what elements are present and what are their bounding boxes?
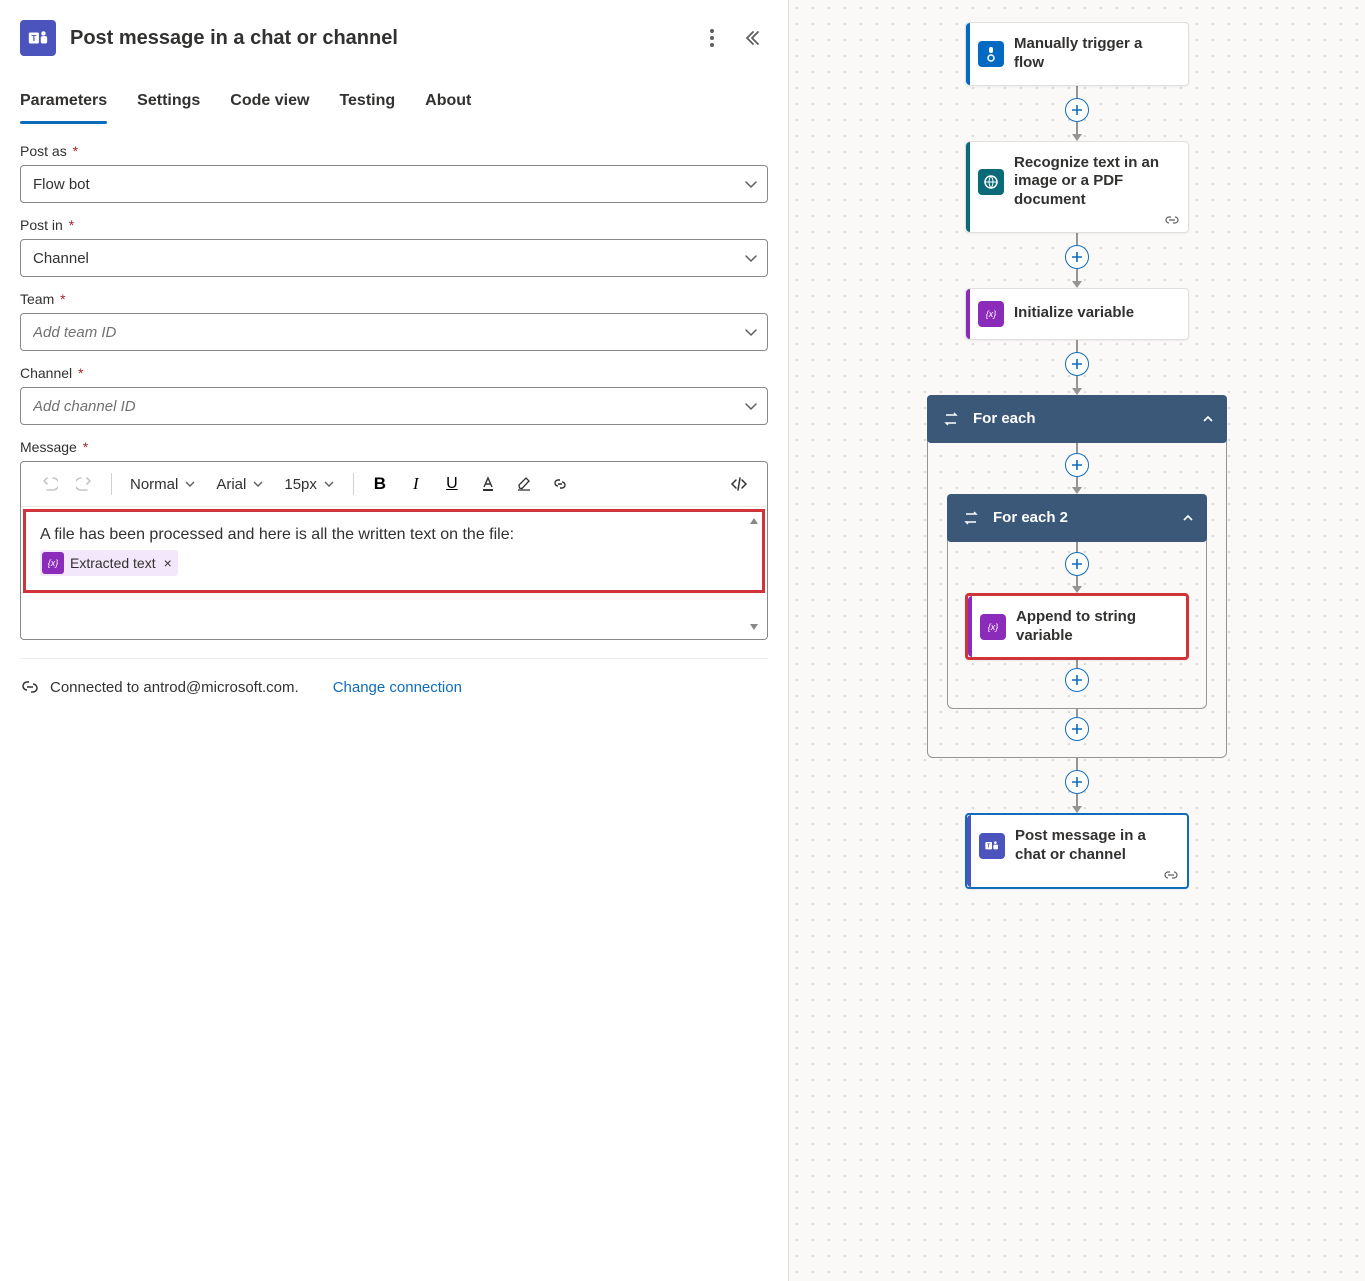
variable-icon: {x} xyxy=(978,301,1004,327)
channel-label: Channel * xyxy=(20,365,768,381)
underline-button[interactable]: U xyxy=(438,470,466,498)
variable-icon: {x} xyxy=(42,552,64,574)
for-each-2-container: For each 2 {x} Append to string variable xyxy=(947,494,1207,710)
message-label: Message * xyxy=(20,439,768,455)
card-title: Post message in a chat or channel xyxy=(1015,827,1175,865)
post-in-select[interactable] xyxy=(20,239,768,277)
scroll-up-icon xyxy=(748,515,760,527)
tab-settings[interactable]: Settings xyxy=(137,80,200,124)
card-append-variable[interactable]: {x} Append to string variable xyxy=(965,593,1189,661)
post-in-label: Post in * xyxy=(20,217,768,233)
dynamic-token[interactable]: {x} Extracted text × xyxy=(40,550,178,576)
post-as-select[interactable] xyxy=(20,165,768,203)
card-title: Manually trigger a flow xyxy=(1014,35,1176,73)
team-input[interactable] xyxy=(20,313,768,351)
tabs: Parameters Settings Code view Testing Ab… xyxy=(0,80,788,125)
add-step-button[interactable] xyxy=(1065,453,1089,477)
message-body[interactable]: A file has been processed and here is al… xyxy=(23,509,765,593)
scrollbar[interactable] xyxy=(743,515,765,633)
parameters-form: Post as * Post in * Team * xyxy=(0,125,788,715)
for-each-container: For each For each 2 xyxy=(927,395,1227,759)
tab-parameters[interactable]: Parameters xyxy=(20,80,107,124)
card-title: Initialize variable xyxy=(1014,304,1134,323)
add-step-button[interactable] xyxy=(1065,770,1089,794)
highlight-button[interactable] xyxy=(510,470,538,498)
card-post-message[interactable]: T Post message in a chat or channel xyxy=(965,813,1189,889)
loop-icon xyxy=(959,506,983,530)
rich-text-editor: Normal Arial 15px B I U A xyxy=(20,461,768,640)
panel-header: T Post message in a chat or channel xyxy=(0,0,788,72)
italic-button[interactable]: I xyxy=(402,470,430,498)
scroll-down-icon xyxy=(748,621,760,633)
add-step-button[interactable] xyxy=(1065,668,1089,692)
svg-text:{x}: {x} xyxy=(988,622,999,632)
tab-code-view[interactable]: Code view xyxy=(230,80,309,124)
card-recognize-text[interactable]: Recognize text in an image or a PDF docu… xyxy=(965,141,1189,233)
connection-row: Connected to antrod@microsoft.com. Chang… xyxy=(20,677,768,697)
more-button[interactable] xyxy=(696,22,728,54)
size-dropdown[interactable]: 15px xyxy=(278,472,341,497)
rte-toolbar: Normal Arial 15px B I U xyxy=(21,462,767,507)
tab-about[interactable]: About xyxy=(425,80,471,124)
token-label: Extracted text xyxy=(70,554,156,574)
undo-button[interactable] xyxy=(35,470,63,498)
teams-icon: T xyxy=(979,833,1005,859)
team-label: Team * xyxy=(20,291,768,307)
variable-icon: {x} xyxy=(980,614,1006,640)
svg-text:T: T xyxy=(31,34,36,43)
post-as-label: Post as * xyxy=(20,143,768,159)
svg-text:{x}: {x} xyxy=(986,309,997,319)
change-connection-link[interactable]: Change connection xyxy=(333,679,462,696)
add-step-button[interactable] xyxy=(1065,352,1089,376)
add-step-button[interactable] xyxy=(1065,98,1089,122)
ai-icon xyxy=(978,169,1004,195)
flow-canvas[interactable]: Manually trigger a flow Recognize text i… xyxy=(788,0,1365,1281)
add-step-button[interactable] xyxy=(1065,717,1089,741)
add-step-button[interactable] xyxy=(1065,552,1089,576)
connection-badge-icon xyxy=(1163,869,1179,881)
action-config-panel: T Post message in a chat or channel Para… xyxy=(0,0,788,1281)
font-dropdown[interactable]: Arial xyxy=(210,472,270,497)
bold-button[interactable]: B xyxy=(366,470,394,498)
panel-title: Post message in a chat or channel xyxy=(70,27,682,50)
code-view-button[interactable] xyxy=(725,470,753,498)
card-title: Recognize text in an image or a PDF docu… xyxy=(1014,154,1176,210)
channel-input[interactable] xyxy=(20,387,768,425)
link-button[interactable] xyxy=(546,470,574,498)
connection-badge-icon xyxy=(1164,214,1180,226)
for-each-header[interactable]: For each xyxy=(927,395,1227,443)
card-title: Append to string variable xyxy=(1016,608,1174,646)
loop-icon xyxy=(939,407,963,431)
tab-testing[interactable]: Testing xyxy=(339,80,395,124)
connection-icon xyxy=(20,677,40,697)
collapse-panel-button[interactable] xyxy=(736,22,768,54)
redo-button[interactable] xyxy=(71,470,99,498)
style-dropdown[interactable]: Normal xyxy=(124,472,202,497)
token-remove[interactable]: × xyxy=(164,554,172,574)
font-color-button[interactable] xyxy=(474,470,502,498)
card-trigger[interactable]: Manually trigger a flow xyxy=(965,22,1189,86)
svg-text:{x}: {x} xyxy=(48,558,59,568)
connection-text: Connected to antrod@microsoft.com. xyxy=(50,679,299,696)
chevron-up-icon xyxy=(1201,412,1215,426)
for-each-2-header[interactable]: For each 2 xyxy=(947,494,1207,542)
card-initialize-variable[interactable]: {x} Initialize variable xyxy=(965,288,1189,340)
add-step-button[interactable] xyxy=(1065,245,1089,269)
message-text: A file has been processed and here is al… xyxy=(40,526,514,543)
trigger-icon xyxy=(978,41,1004,67)
teams-icon: T xyxy=(20,20,56,56)
chevron-up-icon xyxy=(1181,511,1195,525)
